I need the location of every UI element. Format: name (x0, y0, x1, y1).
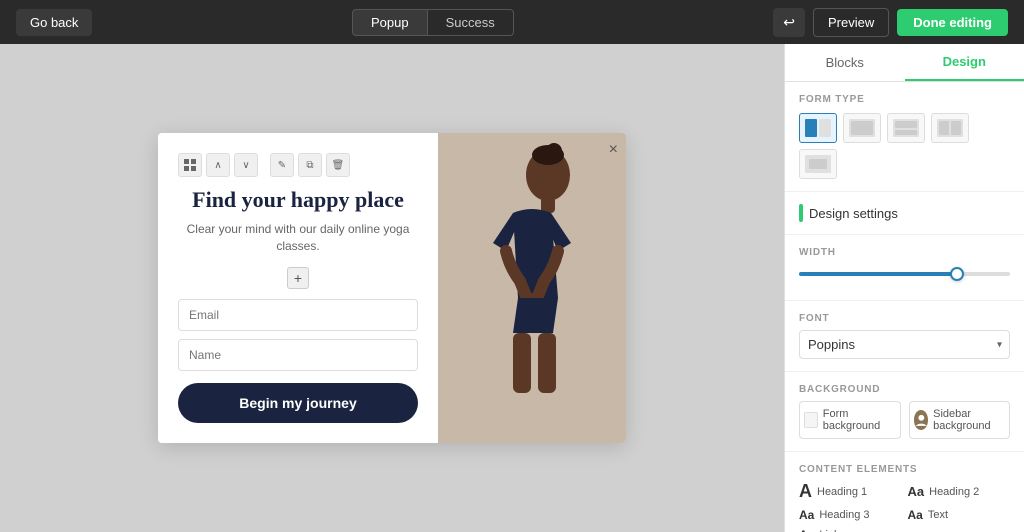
preview-button[interactable]: Preview (813, 8, 889, 37)
heading2-icon: Aa (908, 484, 925, 499)
toolbar-edit-icon[interactable]: ✎ (270, 153, 294, 177)
popup-heading: Find your happy place (178, 187, 418, 213)
done-editing-button[interactable]: Done editing (897, 9, 1008, 36)
sidebar-background-label: Sidebar background (933, 408, 1005, 432)
toolbar-down-icon[interactable]: ∨ (234, 153, 258, 177)
toolbar-up-icon[interactable]: ∧ (206, 153, 230, 177)
form-background-label: Form background (823, 408, 896, 432)
popup-card: ∧ ∨ ✎ ⧉ 🗑 Find your happy place Clear yo… (158, 133, 626, 443)
content-elements-section: CONTENT ELEMENTS A Heading 1 Aa Heading … (785, 452, 1024, 532)
topbar: Go back Popup Success ↩ Preview Done edi… (0, 0, 1024, 44)
design-settings-section: Design settings (785, 192, 1024, 235)
font-select[interactable]: Poppins Inter Roboto Open Sans (799, 330, 1010, 359)
form-type-title: FORM TYPE (799, 94, 1010, 105)
sidebar-bg-avatar (914, 410, 929, 430)
topbar-center: Popup Success (352, 9, 514, 36)
toolbar-delete-icon[interactable]: 🗑 (326, 153, 350, 177)
heading1-element[interactable]: A Heading 1 (799, 481, 902, 502)
heading1-icon: A (799, 481, 812, 502)
text-element[interactable]: Aa Text (908, 508, 1011, 522)
form-type-4[interactable] (931, 113, 969, 143)
form-type-section: FORM TYPE (785, 82, 1024, 192)
text-label: Text (928, 509, 948, 521)
yoga-illustration (438, 133, 626, 393)
heading3-label: Heading 3 (819, 509, 869, 521)
heading3-element[interactable]: Aa Heading 3 (799, 508, 902, 522)
undo-button[interactable]: ↩ (773, 8, 805, 37)
font-select-wrapper: Poppins Inter Roboto Open Sans ▾ (799, 330, 1010, 359)
heading1-label: Heading 1 (817, 486, 867, 498)
link-icon: Aa (799, 528, 814, 532)
background-label: BACKGROUND (799, 384, 1010, 395)
slider-thumb[interactable] (950, 267, 964, 281)
form-background-option[interactable]: Form background (799, 401, 901, 439)
form-type-5[interactable] (799, 149, 837, 179)
add-element-button[interactable]: + (287, 267, 309, 289)
popup-subtext: Clear your mind with our daily online yo… (178, 221, 418, 255)
topbar-right: ↩ Preview Done editing (773, 8, 1008, 37)
email-input[interactable] (178, 299, 418, 331)
tab-design[interactable]: Design (905, 44, 1024, 81)
main-content: ∧ ∨ ✎ ⧉ 🗑 Find your happy place Clear yo… (0, 44, 1024, 532)
content-elements-grid: A Heading 1 Aa Heading 2 Aa Heading 3 Aa… (799, 481, 1010, 532)
text-icon: Aa (908, 508, 923, 522)
add-element-row: + (178, 267, 418, 289)
topbar-left: Go back (16, 9, 92, 36)
form-type-1[interactable] (799, 113, 837, 143)
width-section: WIDTH (785, 235, 1024, 301)
sidebar-background-option[interactable]: Sidebar background (909, 401, 1011, 439)
tab-success[interactable]: Success (427, 9, 514, 36)
content-elements-label: CONTENT ELEMENTS (799, 464, 1010, 475)
heading2-element[interactable]: Aa Heading 2 (908, 481, 1011, 502)
form-bg-swatch (804, 412, 818, 428)
font-section: FONT Poppins Inter Roboto Open Sans ▾ (785, 301, 1024, 372)
heading2-label: Heading 2 (929, 486, 979, 498)
form-type-options (799, 113, 1010, 179)
design-settings-label: Design settings (799, 204, 1010, 222)
link-element[interactable]: Aa Link (799, 528, 902, 532)
tab-popup[interactable]: Popup (352, 9, 427, 36)
cta-button[interactable]: Begin my journey (178, 383, 418, 423)
width-label: WIDTH (799, 247, 1010, 258)
background-options: Form background Sidebar background (799, 401, 1010, 439)
panel-tabs: Blocks Design (785, 44, 1024, 82)
design-accent (799, 204, 803, 222)
popup-image-side: × (438, 133, 626, 443)
canvas: ∧ ∨ ✎ ⧉ 🗑 Find your happy place Clear yo… (0, 44, 784, 532)
slider-track (799, 272, 1010, 276)
background-section: BACKGROUND Form background Sidebar backg… (785, 372, 1024, 452)
form-type-2[interactable] (843, 113, 881, 143)
toolbar-grid-icon[interactable] (178, 153, 202, 177)
toolbar-copy-icon[interactable]: ⧉ (298, 153, 322, 177)
tab-blocks[interactable]: Blocks (785, 44, 905, 81)
right-panel: Blocks Design FORM TYPE (784, 44, 1024, 532)
close-popup-button[interactable]: × (609, 141, 618, 159)
popup-form-side: ∧ ∨ ✎ ⧉ 🗑 Find your happy place Clear yo… (158, 133, 438, 443)
form-type-3[interactable] (887, 113, 925, 143)
heading3-icon: Aa (799, 508, 814, 522)
width-slider[interactable] (799, 264, 1010, 284)
go-back-button[interactable]: Go back (16, 9, 92, 36)
font-label: FONT (799, 313, 1010, 324)
name-input[interactable] (178, 339, 418, 371)
popup-toolbar: ∧ ∨ ✎ ⧉ 🗑 (178, 153, 418, 177)
